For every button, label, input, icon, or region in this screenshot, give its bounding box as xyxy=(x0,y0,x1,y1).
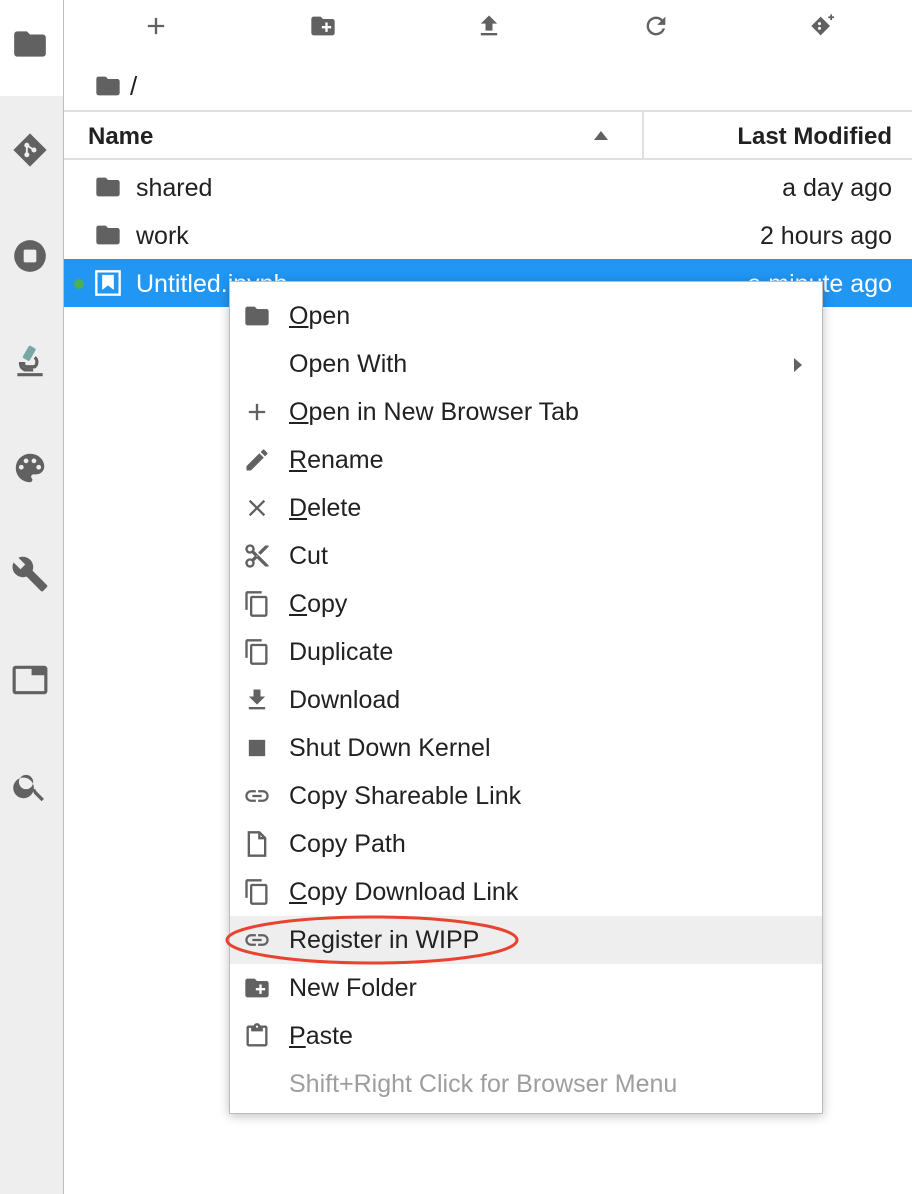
menu-item-open[interactable]: Open xyxy=(230,292,822,340)
column-divider[interactable] xyxy=(642,112,644,160)
menu-item-label: Open in New Browser Tab xyxy=(289,398,579,426)
stop-circle-icon[interactable] xyxy=(10,236,50,276)
wrench-icon[interactable] xyxy=(10,554,50,594)
file-name: work xyxy=(136,222,189,250)
breadcrumb-path[interactable]: / xyxy=(130,71,137,102)
upload-icon[interactable] xyxy=(469,8,509,44)
download-icon xyxy=(243,686,271,714)
copy-icon xyxy=(243,638,271,666)
menu-item-label: Shut Down Kernel xyxy=(289,734,491,762)
home-folder-icon[interactable] xyxy=(94,72,130,100)
column-header-last-modified[interactable]: Last Modified xyxy=(737,123,892,151)
menu-item-cut[interactable]: Cut xyxy=(230,532,822,580)
refresh-icon[interactable] xyxy=(636,8,676,44)
palette-icon[interactable] xyxy=(10,448,50,488)
notebook-icon xyxy=(95,270,121,296)
menu-item-label: Download xyxy=(289,686,401,714)
menu-item-copy-path[interactable]: Copy Path xyxy=(230,820,822,868)
stop-icon xyxy=(243,734,271,762)
menu-item-label: Open xyxy=(289,302,351,330)
context-menu: Open Open With Open in New Browser Tab R… xyxy=(229,281,823,1114)
menu-item-label: Copy Path xyxy=(289,830,406,858)
listing-header: Name Last Modified xyxy=(64,110,912,160)
tab-window-icon[interactable] xyxy=(10,660,50,700)
microscope-icon[interactable] xyxy=(10,342,50,382)
git-icon[interactable] xyxy=(10,130,50,170)
menu-item-register-in-wipp[interactable]: Register in WIPP xyxy=(230,916,822,964)
menu-item-new-folder[interactable]: New Folder xyxy=(230,964,822,1012)
menu-item-copy-download-link[interactable]: Copy Download Link xyxy=(230,868,822,916)
menu-item-copy[interactable]: Copy xyxy=(230,580,822,628)
menu-item-browser-menu-hint: Shift+Right Click for Browser Menu xyxy=(230,1060,822,1108)
menu-item-label: Copy Download Link xyxy=(289,878,519,906)
copy-icon xyxy=(243,878,271,906)
new-folder-icon xyxy=(243,974,271,1002)
file-name: shared xyxy=(136,174,213,202)
file-row-shared[interactable]: shared a day ago xyxy=(64,163,912,211)
chevron-right-icon xyxy=(794,358,802,372)
folder-icon[interactable] xyxy=(10,24,50,64)
menu-item-label: New Folder xyxy=(289,974,417,1002)
menu-item-label: Open With xyxy=(289,350,408,378)
menu-item-rename[interactable]: Rename xyxy=(230,436,822,484)
menu-item-label: Cut xyxy=(289,542,328,570)
file-icon xyxy=(243,830,271,858)
menu-item-open-with[interactable]: Open With xyxy=(230,340,822,388)
menu-item-delete[interactable]: Delete xyxy=(230,484,822,532)
menu-item-label: Duplicate xyxy=(289,638,394,666)
menu-item-label: Copy xyxy=(289,590,348,618)
new-launcher-icon[interactable] xyxy=(136,8,176,44)
file-modified: 2 hours ago xyxy=(759,222,892,250)
menu-item-download[interactable]: Download xyxy=(230,676,822,724)
link-icon xyxy=(243,926,271,954)
folder-icon xyxy=(96,177,120,197)
new-folder-icon[interactable] xyxy=(303,8,343,44)
kernel-running-indicator xyxy=(74,279,84,289)
copy-icon xyxy=(243,590,271,618)
menu-item-shut-down-kernel[interactable]: Shut Down Kernel xyxy=(230,724,822,772)
column-header-name[interactable]: Name xyxy=(88,123,153,151)
folder-icon xyxy=(243,302,271,330)
menu-item-duplicate[interactable]: Duplicate xyxy=(230,628,822,676)
menu-item-label: Delete xyxy=(289,494,362,522)
menu-item-copy-shareable-link[interactable]: Copy Shareable Link xyxy=(230,772,822,820)
file-row-work[interactable]: work 2 hours ago xyxy=(64,211,912,259)
menu-item-label: Rename xyxy=(289,446,384,474)
breadcrumb: / xyxy=(94,70,137,102)
menu-item-label: Register in WIPP xyxy=(289,926,480,954)
menu-item-label: Copy Shareable Link xyxy=(289,782,522,810)
sort-ascending-icon xyxy=(594,131,608,140)
menu-item-label: Paste xyxy=(289,1022,353,1050)
scissors-icon xyxy=(243,542,271,570)
pencil-icon xyxy=(243,446,271,474)
clipboard-icon xyxy=(243,1022,271,1050)
menu-item-open-in-new-browser-tab[interactable]: Open in New Browser Tab xyxy=(230,388,822,436)
plus-icon xyxy=(243,398,271,426)
file-modified: a day ago xyxy=(782,174,892,202)
menu-item-paste[interactable]: Paste xyxy=(230,1012,822,1060)
left-sidebar xyxy=(0,0,64,1194)
folder-icon xyxy=(96,225,120,245)
search-icon[interactable] xyxy=(10,766,50,806)
menu-item-label: Shift+Right Click for Browser Menu xyxy=(289,1070,678,1098)
link-icon xyxy=(243,782,271,810)
git-clone-icon[interactable] xyxy=(803,8,843,44)
file-browser-toolbar xyxy=(64,0,912,52)
close-icon xyxy=(243,494,271,522)
